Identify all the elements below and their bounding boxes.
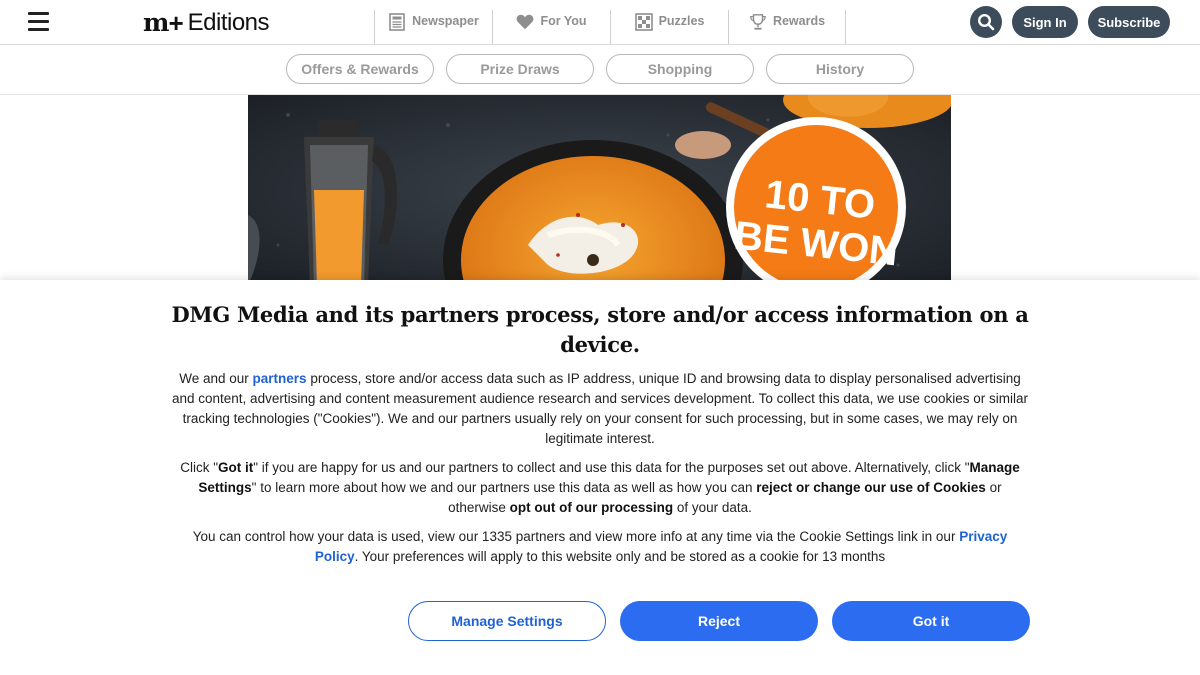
consent-paragraph-2: Click "Got it" if you are happy for us a… [170, 458, 1030, 518]
reject-button[interactable]: Reject [620, 601, 818, 641]
consent-p2-text-a: Click " [180, 460, 219, 475]
subnav-history[interactable]: History [766, 54, 914, 84]
heart-icon [516, 13, 534, 31]
consent-p2-opt-out: opt out of our processing [509, 500, 674, 515]
nav-label-rewards: Rewards [772, 14, 826, 28]
search-button[interactable] [970, 6, 1002, 38]
sub-nav: Offers & Rewards Prize Draws Shopping Hi… [0, 45, 1200, 95]
consent-p2-text-c: " if you are happy for us and our partne… [253, 460, 970, 475]
consent-p3-text-a: You can control how your data is used, v… [192, 529, 960, 544]
got-it-button[interactable]: Got it [832, 601, 1030, 641]
consent-p2-got-it: Got it [218, 460, 254, 475]
consent-p2-text-i: of your data. [673, 500, 752, 515]
consent-paragraph-1: We and our partners process, store and/o… [170, 369, 1030, 449]
sign-in-button[interactable]: Sign In [1012, 6, 1078, 38]
nav-label-puzzles: Puzzles [658, 14, 705, 28]
partners-link[interactable]: partners [253, 371, 307, 386]
logo-plus: + [168, 8, 184, 38]
consent-p3-text-b: . Your preferences will apply to this we… [354, 549, 886, 564]
nav-item-for-you[interactable]: For You [492, 10, 610, 44]
nav-item-rewards[interactable]: Rewards [728, 10, 846, 44]
top-header: m + Editions Newspaper For You Puzzles R… [0, 0, 1200, 45]
consent-paragraph-3: You can control how your data is used, v… [170, 527, 1030, 567]
nav-item-puzzles[interactable]: Puzzles [610, 10, 728, 44]
manage-settings-button[interactable]: Manage Settings [408, 601, 606, 641]
nav-item-newspaper[interactable]: Newspaper [374, 10, 492, 44]
promo-image[interactable]: 10 TO BE WON [248, 95, 951, 285]
consent-p2-reject-change: reject or change our use of Cookies [756, 480, 986, 495]
consent-title: DMG Media and its partners process, stor… [171, 302, 1029, 357]
newspaper-icon [388, 13, 406, 31]
consent-p2-text-e: " to learn more about how we and our par… [251, 480, 757, 495]
logo-text: Editions [187, 9, 270, 36]
logo-mark: m [143, 8, 169, 37]
nav-label-for-you: For You [540, 14, 587, 28]
nav-label-newspaper: Newspaper [412, 14, 479, 28]
site-logo[interactable]: m + Editions [143, 8, 270, 38]
menu-icon[interactable] [28, 12, 49, 32]
consent-p1-text-a: We and our [179, 371, 253, 386]
subnav-offers-rewards[interactable]: Offers & Rewards [286, 54, 434, 84]
main-nav: Newspaper For You Puzzles Rewards [374, 10, 846, 44]
promo-illustration: 10 TO BE WON [248, 95, 951, 285]
subnav-prize-draws[interactable]: Prize Draws [446, 54, 594, 84]
cookie-consent-dialog: DMG Media and its partners process, stor… [0, 280, 1200, 675]
search-icon [977, 13, 995, 31]
subscribe-button[interactable]: Subscribe [1088, 6, 1170, 38]
subnav-shopping[interactable]: Shopping [606, 54, 754, 84]
puzzle-grid-icon [634, 13, 653, 31]
trophy-icon [749, 13, 767, 31]
